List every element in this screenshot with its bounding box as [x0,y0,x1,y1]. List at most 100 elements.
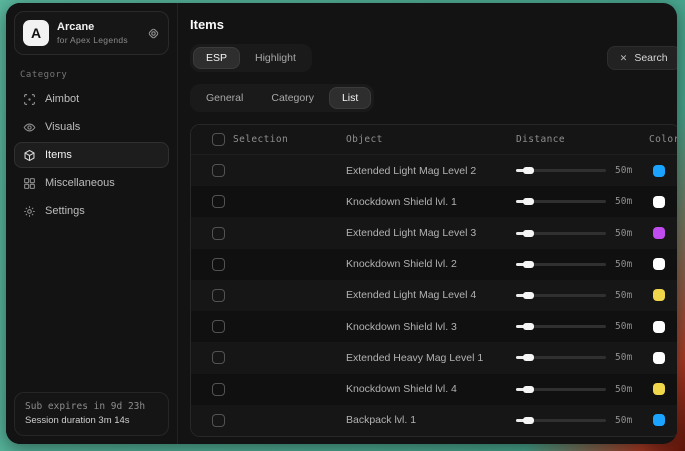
row-checkbox-cell [191,414,233,427]
sidebar-item-items[interactable]: Items [14,142,169,168]
color-swatch[interactable] [653,414,665,426]
sidebar-item-label: Items [45,149,72,161]
object-name: Extended Light Mag Level 3 [346,227,516,239]
color-cell [638,165,677,177]
tab-general[interactable]: General [193,87,256,109]
object-name: Knockdown Shield lvl. 3 [346,321,516,333]
distance-slider[interactable] [516,388,606,391]
color-cell [638,227,677,239]
select-all-checkbox[interactable] [212,133,225,146]
row-checkbox[interactable] [212,414,225,427]
sidebar-item-aimbot[interactable]: Aimbot [14,86,169,112]
distance-slider[interactable] [516,263,606,266]
row-checkbox[interactable] [212,351,225,364]
color-swatch[interactable] [653,227,665,239]
object-name: Extended Heavy Mag Level 1 [346,352,516,364]
distance-cell: 50m [516,352,638,363]
object-name: Knockdown Shield lvl. 2 [346,258,516,270]
app-window: A Arcane for Apex Legends Category Aimbo… [6,3,677,444]
object-name: Extended Light Mag Level 4 [346,289,516,301]
row-checkbox[interactable] [212,195,225,208]
color-cell [638,321,677,333]
distance-slider[interactable] [516,200,606,203]
row-checkbox[interactable] [212,258,225,271]
tab-esp[interactable]: ESP [193,47,240,69]
row-checkbox[interactable] [212,164,225,177]
row-checkbox-cell [191,383,233,396]
sidebar-item-settings[interactable]: Settings [14,198,169,224]
row-checkbox[interactable] [212,383,225,396]
distance-cell: 50m [516,321,638,332]
distance-slider[interactable] [516,294,606,297]
distance-cell: 50m [516,415,638,426]
topbar: ESPHighlight ✕ Search [190,44,677,72]
distance-cell: 50m [516,165,638,176]
distance-cell: 50m [516,228,638,239]
color-swatch[interactable] [653,165,665,177]
table-row: Knockdown Shield lvl. 2 50m [191,249,677,280]
color-swatch[interactable] [653,383,665,395]
distance-value: 50m [615,259,632,270]
app-title: Arcane [57,21,139,35]
distance-slider[interactable] [516,356,606,359]
sidebar-item-miscellaneous[interactable]: Miscellaneous [14,170,169,196]
distance-value: 50m [615,196,632,207]
row-checkbox[interactable] [212,320,225,333]
color-cell [638,258,677,270]
color-cell [638,383,677,395]
object-name: Knockdown Shield lvl. 1 [346,196,516,208]
sidebar-item-visuals[interactable]: Visuals [14,114,169,140]
table-row: Knockdown Shield lvl. 3 50m [191,311,677,342]
row-checkbox-cell [191,164,233,177]
category-section-label: Category [20,70,163,80]
distance-slider[interactable] [516,419,606,422]
crosshair-icon [23,93,36,106]
distance-value: 50m [615,321,632,332]
color-cell [638,414,677,426]
tab-highlight[interactable]: Highlight [242,47,309,69]
sidebar: A Arcane for Apex Legends Category Aimbo… [6,3,178,444]
row-checkbox[interactable] [212,227,225,240]
search-button[interactable]: ✕ Search [607,46,677,70]
row-checkbox-cell [191,195,233,208]
color-swatch[interactable] [653,352,665,364]
sidebar-nav: Aimbot Visuals Items Miscellaneous Settings [14,86,169,226]
brand-text: Arcane for Apex Legends [57,21,139,45]
esp-highlight-tabs: ESPHighlight [190,44,312,72]
subscription-card: Sub expires in 9d 23h Session duration 3… [14,392,169,437]
row-checkbox-cell [191,289,233,302]
color-swatch[interactable] [653,289,665,301]
object-name: Knockdown Shield lvl. 4 [346,383,516,395]
color-swatch[interactable] [653,321,665,333]
distance-slider[interactable] [516,169,606,172]
column-header-object: Object [346,134,516,145]
sidebar-item-label: Aimbot [45,93,79,105]
badge-icon[interactable] [147,27,160,40]
row-checkbox-cell [191,227,233,240]
app-subtitle: for Apex Legends [57,35,139,46]
header-checkbox-cell [191,133,233,146]
color-swatch[interactable] [653,258,665,270]
table-row: Extended Heavy Mag Level 150m [191,342,677,373]
row-checkbox[interactable] [212,289,225,302]
distance-slider[interactable] [516,325,606,328]
sidebar-item-label: Settings [45,205,85,217]
column-header-selection: Selection [233,134,346,145]
table-header-row: Selection Object Distance Color [191,125,677,155]
color-cell [638,196,677,208]
tab-list[interactable]: List [329,87,371,109]
sub-expiry-text: Sub expires in 9d 23h [25,400,158,414]
sidebar-item-label: Miscellaneous [45,177,115,189]
tab-category[interactable]: Category [258,87,327,109]
distance-value: 50m [615,228,632,239]
distance-slider[interactable] [516,232,606,235]
subtabs-row: GeneralCategoryList [190,84,677,112]
gear-icon [23,205,36,218]
brand-card: A Arcane for Apex Legends [14,11,169,55]
color-swatch[interactable] [653,196,665,208]
table-row: Extended Light Mag Level 3 50m [191,217,677,248]
sidebar-item-label: Visuals [45,121,80,133]
distance-value: 50m [615,415,632,426]
distance-value: 50m [615,290,632,301]
object-name: Backpack lvl. 1 [346,414,516,426]
